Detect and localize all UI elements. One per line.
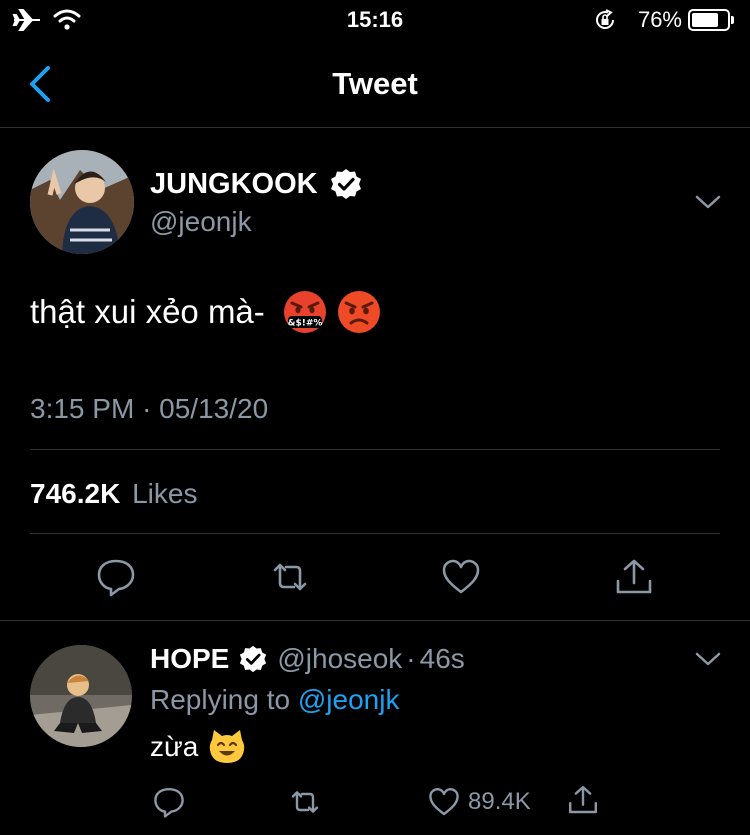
battery-fill [692,13,718,27]
stats-divider [30,533,720,534]
timestamp-divider [30,449,720,450]
replying-prefix: Replying to [150,684,291,715]
nav-divider [0,127,750,128]
reply-like-count: 89.4K [468,788,531,815]
verified-badge-icon [331,169,361,199]
likes-count: 746.2K [30,478,121,509]
orientation-lock-icon [596,9,614,29]
reply-text-content: zừa [150,731,199,762]
author-name[interactable]: JUNGKOOK [150,168,318,201]
chevron-down-icon[interactable] [694,192,722,212]
author-handle[interactable]: @jeonjk [150,206,252,238]
replying-to-link[interactable]: @jeonjk [298,684,400,715]
face-with-symbols-emoji-icon: &$!#% [283,290,327,334]
tweet-timestamp: 3:15 PM · 05/13/20 [30,393,269,424]
reply-separator: · [406,643,416,674]
retweet-icon[interactable] [270,557,310,597]
reply-reply-icon[interactable] [153,786,185,818]
reply-like-button[interactable]: 89.4K [428,786,531,818]
smiling-cat-emoji-icon [208,728,246,766]
reply-verified-badge-icon [240,645,267,673]
reply-heart-icon [429,788,459,816]
tweet-text-content: thật xui xẻo mà- [30,293,265,330]
status-bar: 15:16 76% [0,0,750,40]
avatar[interactable] [30,150,134,254]
reply-chevron-down-icon[interactable] [694,649,722,669]
reply-retweet-icon[interactable] [289,786,321,818]
reply-author-handle[interactable]: @jhoseok [277,643,402,675]
share-icon[interactable] [614,557,654,597]
emoji-symbols: &$!#% [287,319,322,329]
heart-icon[interactable] [441,557,481,597]
likes-label: Likes [132,478,198,509]
tweet-text: thật xui xẻo mà- &$!#% [30,290,381,334]
pouting-face-emoji-icon [337,290,381,334]
actions-divider [0,620,750,621]
reply-text: zừa [150,728,246,766]
reply-author-name[interactable]: HOPE [150,643,229,675]
reply-avatar[interactable] [30,645,132,747]
reply-time: 46s [419,643,465,674]
likes-stat[interactable]: 746.2K Likes [30,478,197,510]
replying-to: Replying to @jeonjk [150,684,399,716]
battery-percent: 76% [637,7,682,32]
battery-icon [688,9,734,31]
page-title: Tweet [332,66,418,101]
reply-icon[interactable] [96,557,136,597]
reply-header: HOPE @jhoseok · 46s [150,643,465,675]
reply-share-icon[interactable] [567,784,599,816]
